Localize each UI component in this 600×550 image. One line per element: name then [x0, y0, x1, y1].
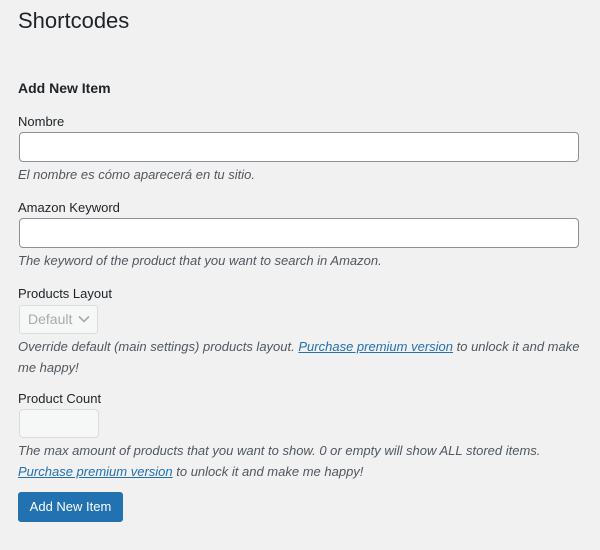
- count-description-suffix: to unlock it and make me happy!: [176, 464, 364, 479]
- add-new-item-button[interactable]: Add New Item: [18, 492, 123, 522]
- layout-purchase-premium-link[interactable]: Purchase premium version: [298, 339, 453, 354]
- layout-description: Override default (main settings) product…: [18, 336, 588, 378]
- page-title: Shortcodes: [18, 8, 130, 33]
- count-label: Product Count: [18, 391, 102, 406]
- name-label: Nombre: [18, 114, 65, 129]
- name-input[interactable]: [19, 132, 579, 162]
- layout-label: Products Layout: [18, 286, 112, 301]
- count-description-text: The max amount of products that you want…: [18, 443, 541, 458]
- keyword-description: The keyword of the product that you want…: [18, 253, 382, 268]
- chevron-down-icon: [78, 315, 90, 323]
- section-title: Add New Item: [18, 80, 111, 96]
- layout-description-text: Override default (main settings) product…: [18, 339, 295, 354]
- name-description: El nombre es cómo aparecerá en tu sitio.: [18, 167, 256, 182]
- count-purchase-premium-link[interactable]: Purchase premium version: [18, 464, 173, 479]
- keyword-input[interactable]: [19, 218, 579, 248]
- keyword-label: Amazon Keyword: [18, 200, 120, 215]
- product-count-input[interactable]: [19, 409, 99, 438]
- layout-select-value: Default: [28, 311, 73, 327]
- layout-select[interactable]: Default: [19, 305, 98, 334]
- count-description: The max amount of products that you want…: [18, 440, 588, 482]
